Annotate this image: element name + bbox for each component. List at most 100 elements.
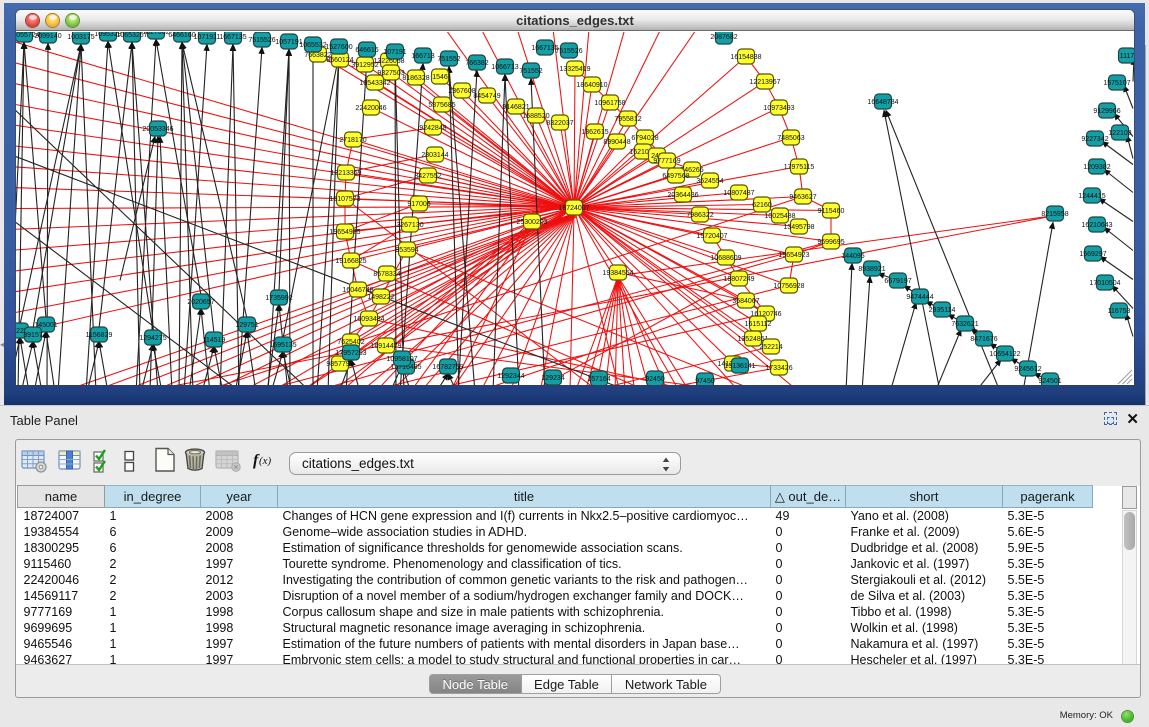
svg-text:1065532: 1065532 <box>299 42 326 49</box>
svg-text:751552: 751552 <box>437 56 460 63</box>
svg-text:114519: 114519 <box>203 337 226 344</box>
svg-text:10688609: 10688609 <box>710 255 741 262</box>
svg-text:20053346: 20053346 <box>142 126 173 133</box>
svg-text:953594: 953594 <box>395 247 418 254</box>
svg-text:1362615: 1362615 <box>581 129 608 136</box>
svg-text:7632621: 7632621 <box>951 321 978 328</box>
svg-text:129751: 129751 <box>235 322 258 329</box>
svg-text:2020657: 2020657 <box>187 299 214 306</box>
svg-text:(x): (x) <box>259 455 272 467</box>
svg-text:19654923: 19654923 <box>778 252 809 259</box>
svg-text:1735992: 1735992 <box>265 295 292 302</box>
svg-text:1569297: 1569297 <box>1079 251 1106 258</box>
svg-text:1575107: 1575107 <box>1103 80 1130 87</box>
svg-text:9146821: 9146821 <box>502 104 529 111</box>
svg-text:17010504: 17010504 <box>1089 280 1120 287</box>
svg-text:3684067: 3684067 <box>732 298 759 305</box>
svg-text:252214: 252214 <box>759 344 782 351</box>
svg-text:16107573: 16107573 <box>329 196 360 203</box>
svg-text:3267130: 3267130 <box>396 222 423 229</box>
svg-text:1244415: 1244415 <box>1078 193 1105 200</box>
svg-text:22420046: 22420046 <box>355 105 386 112</box>
svg-text:9777169: 9777169 <box>653 158 680 165</box>
svg-text:2718170: 2718170 <box>339 137 366 144</box>
svg-text:5875685: 5875685 <box>428 102 455 109</box>
svg-text:1117: 1117 <box>1120 53 1134 60</box>
svg-text:1209382: 1209382 <box>1083 164 1110 171</box>
svg-text:15136141: 15136141 <box>724 363 755 370</box>
svg-text:6794028: 6794028 <box>631 135 658 142</box>
svg-text:1292344: 1292344 <box>497 373 524 380</box>
svg-text:10973493: 10973493 <box>763 105 794 112</box>
svg-text:1527600: 1527600 <box>325 44 352 51</box>
svg-text:62160: 62160 <box>752 202 772 209</box>
svg-text:16914479: 16914479 <box>370 343 401 350</box>
svg-text:766382: 766382 <box>465 60 488 67</box>
svg-text:8215958: 8215958 <box>1041 211 1068 218</box>
svg-text:10025488: 10025488 <box>764 213 795 220</box>
svg-text:9129966: 9129966 <box>1093 108 1120 115</box>
svg-text:18807249: 18807249 <box>723 276 754 283</box>
svg-text:9242848: 9242848 <box>419 125 446 132</box>
svg-text:39157: 39157 <box>23 332 43 339</box>
svg-text:122103: 122103 <box>1108 130 1131 137</box>
svg-text:129234: 129234 <box>541 375 564 382</box>
svg-text:18640910: 18640910 <box>576 82 607 89</box>
svg-text:1588520: 1588520 <box>522 113 549 120</box>
svg-text:2087682: 2087682 <box>710 34 737 41</box>
svg-text:16093484: 16093484 <box>353 316 384 323</box>
svg-text:16782759: 16782759 <box>432 364 463 371</box>
svg-text:6466160: 6466160 <box>168 32 195 39</box>
svg-text:9227342: 9227342 <box>1081 136 1108 143</box>
svg-text:12213967: 12213967 <box>749 79 780 86</box>
svg-text:1527602: 1527602 <box>142 32 169 36</box>
svg-text:8678334: 8678334 <box>373 271 400 278</box>
svg-text:1156829: 1156829 <box>86 332 113 339</box>
svg-text:10961758: 10961758 <box>594 100 625 107</box>
svg-text:1003175: 1003175 <box>67 34 94 41</box>
svg-text:10807487: 10807487 <box>723 190 754 197</box>
svg-text:9699695: 9699695 <box>817 239 844 246</box>
svg-text:144095: 144095 <box>841 253 864 260</box>
svg-text:157164: 157164 <box>587 376 610 383</box>
svg-text:646616: 646616 <box>355 47 378 54</box>
svg-text:16046748: 16046748 <box>342 287 373 294</box>
svg-text:12213369: 12213369 <box>330 170 361 177</box>
svg-text:1615112: 1615112 <box>745 321 772 328</box>
svg-text:9474444: 9474444 <box>906 294 933 301</box>
svg-text:20364436: 20364436 <box>667 192 698 199</box>
svg-text:19384554: 19384554 <box>602 270 633 277</box>
svg-text:6497568: 6497568 <box>662 173 689 180</box>
svg-text:8427552: 8427552 <box>414 173 441 180</box>
svg-text:8660124: 8660124 <box>326 57 353 64</box>
svg-text:10543342: 10543342 <box>359 80 390 87</box>
svg-text:1595135: 1595135 <box>269 342 296 349</box>
svg-text:751552: 751552 <box>519 68 542 75</box>
svg-text:1294275: 1294275 <box>139 335 166 342</box>
svg-text:924501: 924501 <box>1038 378 1061 385</box>
svg-text:8938921: 8938921 <box>858 266 885 273</box>
svg-text:2803144: 2803144 <box>421 152 448 159</box>
svg-text:7515526: 7515526 <box>248 37 275 44</box>
svg-text:7955812: 7955812 <box>614 116 641 123</box>
svg-text:1066713: 1066713 <box>491 64 518 71</box>
svg-text:1498222: 1498222 <box>367 294 394 301</box>
svg-text:10958107: 10958107 <box>386 356 417 363</box>
svg-text:3624554: 3624554 <box>696 178 723 185</box>
svg-text:1733426: 1733426 <box>765 365 792 372</box>
svg-text:92450: 92450 <box>645 376 665 383</box>
svg-text:9857791: 9857791 <box>326 361 353 368</box>
svg-text:2367608: 2367608 <box>448 88 475 95</box>
svg-text:8454749: 8454749 <box>473 93 500 100</box>
svg-text:17975115: 17975115 <box>784 164 815 171</box>
svg-text:1667135: 1667135 <box>219 34 246 41</box>
svg-text:8471676: 8471676 <box>970 336 997 343</box>
svg-text:19654925: 19654925 <box>329 229 360 236</box>
svg-text:13495798: 13495798 <box>783 224 814 231</box>
svg-text:25300203: 25300203 <box>516 219 547 226</box>
svg-text:10756928: 10756928 <box>773 283 804 290</box>
svg-text:13325419: 13325419 <box>559 66 590 73</box>
svg-text:15720407: 15720407 <box>696 233 727 240</box>
svg-text:166713: 166713 <box>411 53 434 60</box>
svg-text:8186328: 8186328 <box>402 75 429 82</box>
